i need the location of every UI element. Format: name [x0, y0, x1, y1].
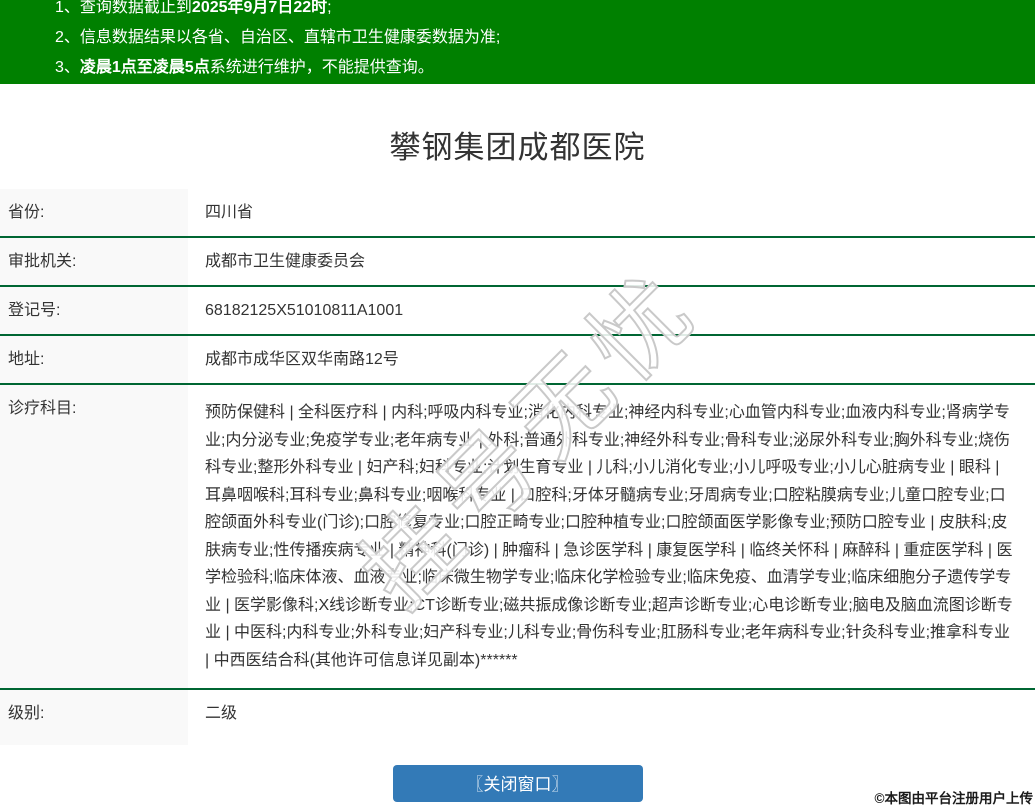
- partial-row-value-cell: [188, 737, 1035, 745]
- row-value-level: 二级: [188, 690, 1035, 737]
- row-label-departments: 诊疗科目:: [0, 385, 188, 688]
- row-label-level: 级别:: [0, 690, 188, 737]
- page-title: 攀钢集团成都医院: [389, 130, 646, 165]
- notice-2-text: 信息数据结果以各省、自治区、直辖市卫生健康委数据为准;: [79, 29, 501, 46]
- notice-1-text: 查询数据截止到: [79, 0, 192, 16]
- notice-2-number: 2、: [55, 29, 80, 46]
- notice-line-1: 1、查询数据截止到2025年9月7日22时;: [55, 0, 1035, 23]
- row-label-registration-number: 登记号:: [0, 287, 188, 334]
- notice-3-number: 3、: [55, 59, 80, 76]
- row-label-province: 省份:: [0, 189, 188, 236]
- close-window-button[interactable]: 〖关闭窗口〗: [392, 765, 643, 802]
- row-value-departments: 预防保健科 | 全科医疗科 | 内科;呼吸内科专业;消化内科专业;神经内科专业;…: [188, 385, 1035, 688]
- notice-1-suffix: ;: [327, 0, 332, 16]
- partial-row-label-cell: [0, 737, 188, 745]
- notice-1-bold-text: 2025年9月7日22时: [191, 0, 328, 16]
- hospital-info-table: 省份: 四川省 审批机关: 成都市卫生健康委员会 登记号: 68182125X5…: [0, 189, 1035, 745]
- row-value-province: 四川省: [188, 189, 1035, 236]
- row-label-approval-authority: 审批机关:: [0, 238, 188, 285]
- footer-stamp: ©本图由平台注册用户上传: [874, 791, 1033, 806]
- notice-list: 1、查询数据截止到2025年9月7日22时; 2、信息数据结果以各省、自治区、直…: [0, 0, 1035, 83]
- table-row-approval-authority: 审批机关: 成都市卫生健康委员会: [0, 236, 1035, 285]
- table-row-partial: [0, 737, 1035, 745]
- notice-line-3: 3、凌晨1点至凌晨5点系统进行维护，不能提供查询。: [55, 53, 1035, 83]
- table-row-level: 级别: 二级: [0, 688, 1035, 737]
- row-value-approval-authority: 成都市卫生健康委员会: [188, 238, 1035, 285]
- notice-3-suffix: 系统进行维护，不能提供查询。: [209, 59, 434, 76]
- row-value-registration-number: 68182125X51010811A1001: [188, 287, 1035, 334]
- table-row-registration-number: 登记号: 68182125X51010811A1001: [0, 285, 1035, 334]
- table-row-address: 地址: 成都市成华区双华南路12号: [0, 334, 1035, 383]
- table-row-departments: 诊疗科目: 预防保健科 | 全科医疗科 | 内科;呼吸内科专业;消化内科专业;神…: [0, 383, 1035, 688]
- notice-line-2: 2、信息数据结果以各省、自治区、直辖市卫生健康委数据为准;: [55, 23, 1035, 53]
- notice-3-bold-text: 凌晨1点至凌晨5点: [79, 59, 210, 76]
- notice-1-number: 1、: [55, 0, 80, 16]
- row-label-address: 地址:: [0, 336, 188, 383]
- notice-banner: 1、查询数据截止到2025年9月7日22时; 2、信息数据结果以各省、自治区、直…: [0, 0, 1035, 84]
- row-value-address: 成都市成华区双华南路12号: [188, 336, 1035, 383]
- table-row-province: 省份: 四川省: [0, 189, 1035, 236]
